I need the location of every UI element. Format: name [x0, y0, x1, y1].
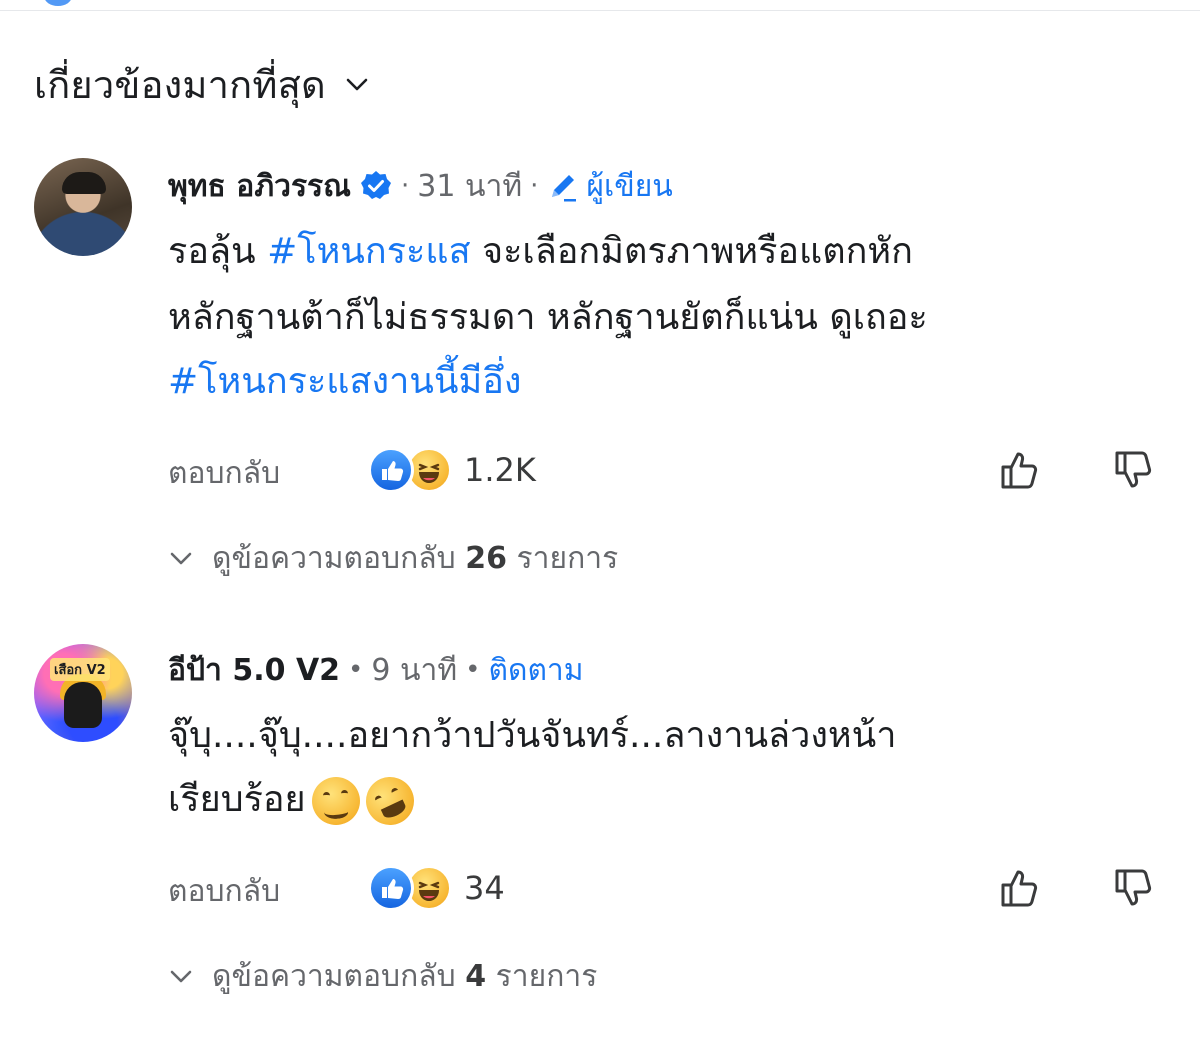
reply-count: 26	[465, 540, 507, 576]
rolling-on-floor-laughing-emoji-icon	[357, 769, 422, 833]
comment-text-line: จุ๊บุ....จุ๊บุ....อยากว้าปวันจันทร์...ลา…	[168, 715, 897, 756]
verified-badge-icon	[361, 171, 392, 199]
reply-button[interactable]: ตอบกลับ	[168, 868, 280, 915]
partial-element	[44, 0, 72, 6]
view-replies-link[interactable]: ดูข้อความตอบกลับ 4 รายการ	[168, 952, 597, 1000]
reaction-count: 34	[464, 869, 505, 907]
follow-button[interactable]: ติดตาม	[488, 647, 583, 694]
like-reaction-icon	[368, 447, 414, 493]
separator: •	[348, 655, 364, 685]
downvote-icon[interactable]	[1112, 448, 1156, 492]
comment-meta: พุทธ อภิวรรณ · 31 นาที · ผู้เขียน	[168, 162, 673, 210]
pencil-icon	[552, 175, 577, 202]
reaction-summary[interactable]: 34	[368, 860, 505, 916]
avatar[interactable]	[34, 158, 132, 256]
comment-text-line: รอลุ้น #โหนกระแส จะเลือกมิตรภาพหรือแตกหั…	[168, 231, 913, 272]
avatar-caption: เสือก V2	[50, 658, 110, 681]
comment-actions: ตอบกลับ 1.2K	[168, 442, 1168, 498]
sort-label: เกี่ยวข้องมากที่สุด	[34, 62, 326, 107]
separator: ·	[530, 171, 539, 201]
chevron-down-icon	[170, 552, 192, 565]
author-badge-label: ผู้เขียน	[586, 168, 673, 204]
avatar[interactable]: เสือก V2	[34, 644, 132, 742]
chevron-down-icon	[170, 970, 192, 983]
upvote-icon[interactable]	[998, 448, 1042, 492]
comment-text-line: หลักฐานต้าก็ไม่ธรรมดา หลักฐานยัตก็แน่น ด…	[168, 297, 928, 338]
downvote-icon[interactable]	[1112, 866, 1156, 910]
sort-dropdown[interactable]: เกี่ยวข้องมากที่สุด	[34, 56, 370, 112]
top-divider	[0, 0, 1200, 11]
hashtag-link[interactable]: #โหนกระแส	[267, 231, 470, 272]
chevron-down-icon	[346, 78, 368, 91]
comment-time[interactable]: 9 นาที	[371, 647, 457, 694]
like-reaction-icon	[368, 865, 414, 911]
comment-text-line: #โหนกระแสงานนี้มีอึ่ง	[168, 356, 521, 408]
reaction-summary[interactable]: 1.2K	[368, 442, 536, 498]
reply-count: 4	[465, 958, 487, 994]
woozy-face-emoji-icon	[311, 777, 360, 825]
comment-actions: ตอบกลับ 34	[168, 860, 1168, 916]
hashtag-link[interactable]: #โหนกระแสงานนี้มีอึ่ง	[168, 361, 521, 402]
upvote-icon[interactable]	[998, 866, 1042, 910]
author-badge: ผู้เขียน	[546, 163, 673, 210]
separator: ·	[401, 171, 410, 201]
reply-button[interactable]: ตอบกลับ	[168, 450, 280, 497]
comment-time[interactable]: 31 นาที	[417, 163, 522, 210]
comment-text-line: เรียบร้อย	[168, 769, 422, 833]
separator: •	[465, 655, 481, 685]
author-name[interactable]: พุทธ อภิวรรณ	[168, 163, 351, 210]
author-name[interactable]: อีป้า 5.0 V2	[168, 647, 340, 694]
comment-meta: อีป้า 5.0 V2 • 9 นาที • ติดตาม	[168, 646, 584, 694]
reaction-count: 1.2K	[464, 451, 536, 489]
view-replies-link[interactable]: ดูข้อความตอบกลับ 26 รายการ	[168, 534, 618, 582]
